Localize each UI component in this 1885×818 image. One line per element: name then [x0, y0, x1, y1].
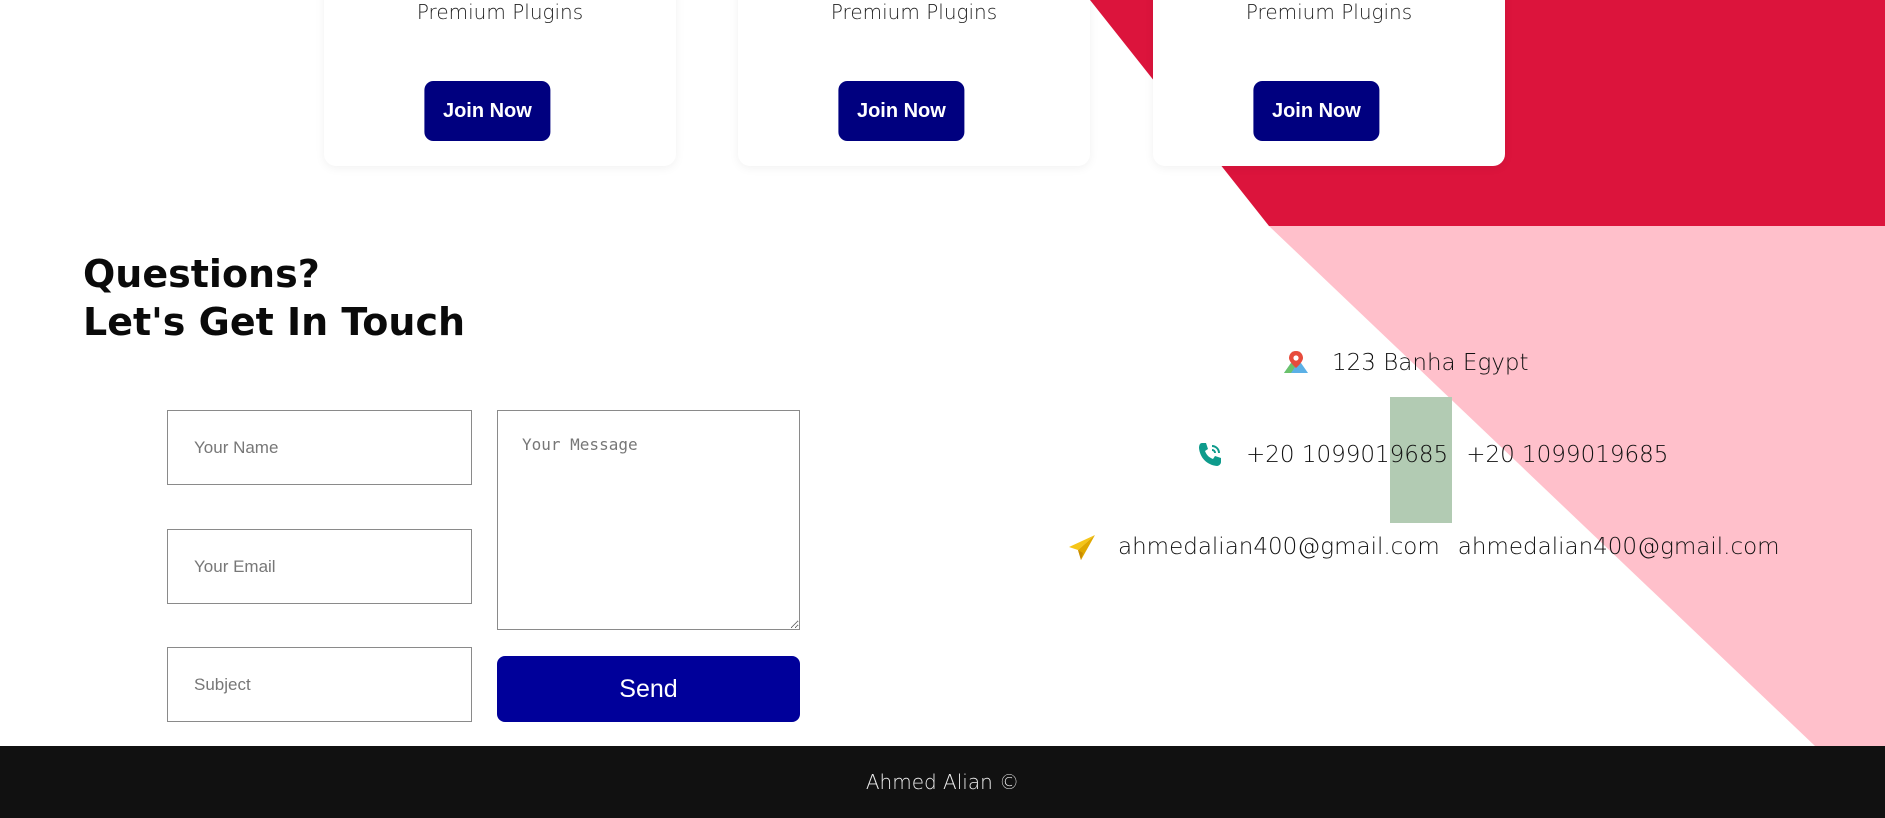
send-button[interactable]: Send [497, 656, 800, 722]
contact-heading: Questions? Let's Get In Touch [83, 250, 465, 346]
card-feature-text: Premium Plugins [1245, 0, 1413, 24]
message-textarea[interactable] [497, 410, 800, 630]
email-input[interactable] [167, 529, 472, 604]
join-now-button[interactable]: Join Now [1253, 81, 1380, 141]
email-text-1: ahmedalian400@gmail.com [1118, 534, 1440, 560]
subject-input[interactable] [167, 647, 472, 722]
card-feature-text: Premium Plugins [830, 0, 998, 24]
join-now-button[interactable]: Join Now [424, 81, 551, 141]
footer-credit: Ahmed Alian © [865, 770, 1020, 794]
pricing-card: Premium Plugins Join Now [324, 0, 676, 166]
address-text: 123 Banha Egypt [1332, 350, 1529, 376]
join-now-button[interactable]: Join Now [838, 81, 965, 141]
map-pin-icon [1280, 347, 1312, 379]
card-feature-text: Premium Plugins [416, 0, 584, 24]
phone-icon [1194, 439, 1226, 471]
phone-row: +20 1099019685 +20 1099019685 [1194, 439, 1668, 471]
phone-text-1: +20 1099019685 [1246, 442, 1449, 468]
pricing-card: Premium Plugins Join Now [738, 0, 1090, 166]
name-input[interactable] [167, 410, 472, 485]
email-text-2: ahmedalian400@gmail.com [1457, 534, 1780, 560]
email-row: ahmedalian400@gmail.com ahmedalian400@gm… [1066, 531, 1780, 563]
address-row: 123 Banha Egypt [1280, 347, 1529, 379]
phone-text-2: +20 1099019685 [1466, 442, 1669, 468]
footer: Ahmed Alian © [0, 746, 1885, 818]
heading-line-2: Let's Get In Touch [83, 300, 466, 344]
heading-line-1: Questions? [83, 252, 320, 296]
paper-plane-icon [1066, 531, 1098, 563]
pricing-card: Premium Plugins Join Now [1153, 0, 1505, 166]
